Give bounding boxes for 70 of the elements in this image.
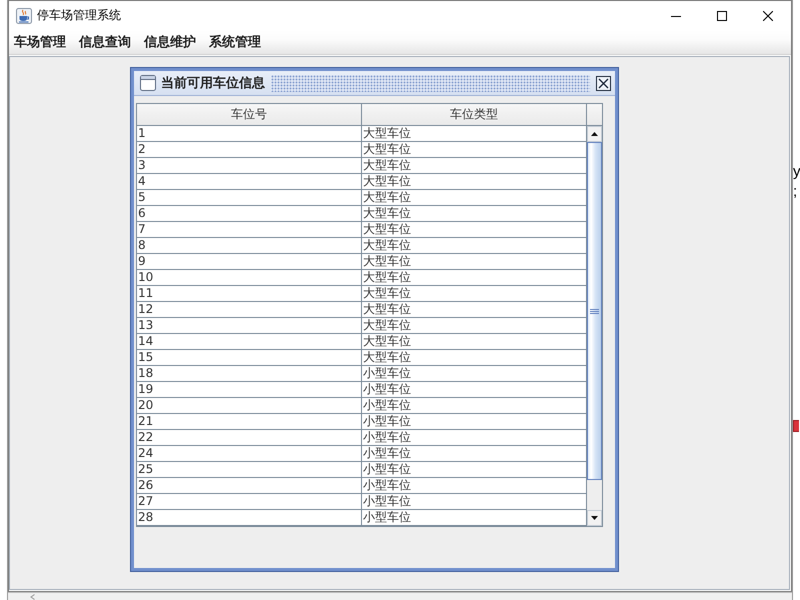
chevron-left-icon [30, 594, 35, 600]
table-cell: 21 [137, 414, 362, 430]
scroll-up-button[interactable] [587, 126, 602, 142]
caret-up-icon [591, 132, 598, 136]
table-cell: 26 [137, 478, 362, 494]
table-cell: 12 [137, 302, 362, 318]
table-cell: 20 [137, 398, 362, 414]
table-cell: 14 [137, 334, 362, 350]
table-cell: 大型车位 [362, 286, 587, 302]
table-cell: 大型车位 [362, 158, 587, 174]
scroll-down-button[interactable] [587, 510, 602, 526]
table-cell: 7 [137, 222, 362, 238]
table-cell: 小型车位 [362, 462, 587, 478]
table-cell: 27 [137, 494, 362, 510]
table-cell: 大型车位 [362, 174, 587, 190]
close-button[interactable] [596, 76, 611, 90]
table-cell: 小型车位 [362, 382, 587, 398]
menu-item[interactable]: 车场管理 [9, 31, 74, 53]
table-cell: 2 [137, 142, 362, 158]
table-cell: 大型车位 [362, 350, 587, 366]
caret-down-icon [591, 516, 598, 520]
table-cell: 10 [137, 270, 362, 286]
table-cell: 4 [137, 174, 362, 190]
table-cell: 18 [137, 366, 362, 382]
table-cell: 3 [137, 158, 362, 174]
table-cell: 大型车位 [362, 270, 587, 286]
table-cell: 19 [137, 382, 362, 398]
table-cell: 24 [137, 446, 362, 462]
table-cell: 6 [137, 206, 362, 222]
close-icon [596, 76, 611, 90]
maximize-icon [717, 10, 727, 20]
table-cell: 大型车位 [362, 206, 587, 222]
menu-item[interactable]: 信息查询 [74, 31, 139, 53]
internal-window-title: 当前可用车位信息 [161, 74, 265, 92]
column-header: 车位类型 [362, 104, 587, 126]
table-cell: 小型车位 [362, 478, 587, 494]
table-cell: 大型车位 [362, 190, 587, 206]
table-cell: 小型车位 [362, 430, 587, 446]
table-cell: 大型车位 [362, 222, 587, 238]
menu-item[interactable]: 系统管理 [204, 31, 269, 53]
table-cell: 小型车位 [362, 446, 587, 462]
table-cell: 13 [137, 318, 362, 334]
window-title: 停车场管理系统 [37, 7, 121, 24]
table-cell: 大型车位 [362, 318, 587, 334]
code-text: ; [793, 182, 798, 202]
table-cell: 15 [137, 350, 362, 366]
close-icon [763, 10, 773, 20]
table-cell: 8 [137, 238, 362, 254]
menu-item[interactable]: 信息维护 [139, 31, 204, 53]
table-cell: 大型车位 [362, 334, 587, 350]
table-cell: 5 [137, 190, 362, 206]
table-cell: 小型车位 [362, 398, 587, 414]
table-cell: 小型车位 [362, 510, 587, 526]
column-header: 车位号 [137, 104, 362, 126]
table-cell: 小型车位 [362, 366, 587, 382]
table-cell: 大型车位 [362, 238, 587, 254]
window-icon [140, 75, 156, 91]
table-cell: 25 [137, 462, 362, 478]
table-cell: 1 [137, 126, 362, 142]
table-cell: 9 [137, 254, 362, 270]
table-cell: 22 [137, 430, 362, 446]
table-cell: 11 [137, 286, 362, 302]
table-cell: 大型车位 [362, 126, 587, 142]
table-cell: 大型车位 [362, 254, 587, 270]
table-cell: 小型车位 [362, 494, 587, 510]
table-cell: 小型车位 [362, 414, 587, 430]
table-cell: 大型车位 [362, 142, 587, 158]
coffee-cup-icon [16, 8, 32, 24]
table-cell: 28 [137, 510, 362, 526]
table-cell: 大型车位 [362, 302, 587, 318]
